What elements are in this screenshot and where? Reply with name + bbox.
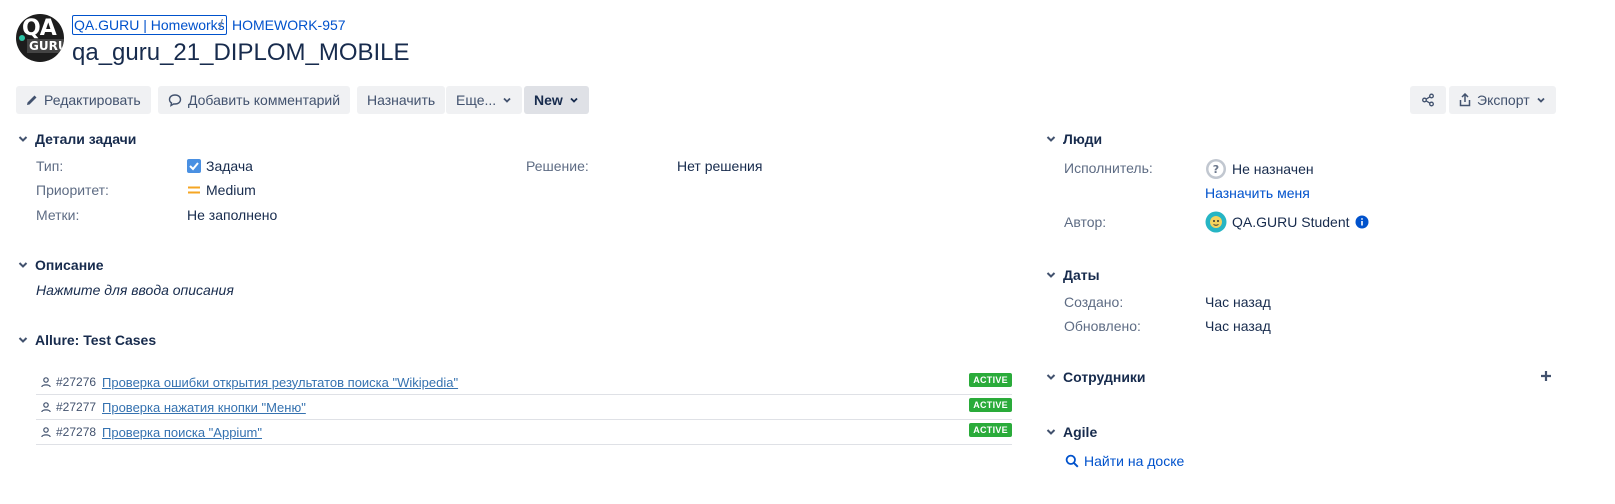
labels-label: Метки: <box>36 207 80 223</box>
resolution-value: Нет решения <box>677 158 763 174</box>
share-button[interactable] <box>1410 86 1446 114</box>
share-icon <box>1422 93 1434 107</box>
reporter-label: Автор: <box>1064 214 1107 230</box>
svg-text:?: ? <box>1213 163 1219 176</box>
more-actions-label: Еще... <box>456 92 497 108</box>
export-button-label: Экспорт <box>1477 92 1530 108</box>
status-transition-button[interactable]: New <box>524 86 589 114</box>
description-section-toggle[interactable]: Описание <box>17 257 104 273</box>
pencil-icon <box>27 95 37 105</box>
breadcrumb-separator: / <box>219 16 223 32</box>
table-row: #27278 Проверка поиска "Appium" ACTIVE <box>36 420 1012 445</box>
logo-dot <box>19 35 25 41</box>
table-row: #27276 Проверка ошибки открытия результа… <box>36 370 1012 395</box>
watchers-section-toggle[interactable]: Сотрудники <box>1045 369 1146 385</box>
search-icon <box>1065 454 1079 468</box>
priority-value: Medium <box>206 182 256 198</box>
assignee-value: Не назначен <box>1232 161 1314 177</box>
dates-section-title: Даты <box>1063 267 1100 283</box>
reporter-field[interactable]: QA.GURU Student <box>1205 211 1369 233</box>
status-badge: ACTIVE <box>969 423 1012 437</box>
assignee-field[interactable]: ? Не назначен <box>1205 158 1314 180</box>
breadcrumb-issue-key[interactable]: HOMEWORK-957 <box>232 16 346 34</box>
created-value: Час назад <box>1205 294 1271 310</box>
edit-button-label: Редактировать <box>44 92 141 108</box>
chevron-down-icon <box>1046 429 1056 435</box>
assign-to-me-link[interactable]: Назначить меня <box>1205 185 1310 201</box>
description-section-title: Описание <box>35 257 104 273</box>
logo-text: QA <box>22 16 57 41</box>
add-comment-button[interactable]: Добавить комментарий <box>158 86 351 114</box>
info-icon[interactable] <box>1355 215 1369 229</box>
chevron-down-icon <box>1046 272 1056 278</box>
chevron-down-icon <box>1536 97 1545 103</box>
chevron-down-icon <box>570 97 578 103</box>
add-icon[interactable] <box>1540 370 1552 382</box>
watchers-section-title: Сотрудники <box>1063 369 1146 385</box>
issue-type-value: Задача <box>206 158 253 174</box>
chevron-down-icon <box>18 337 28 343</box>
allure-section-title: Allure: Test Cases <box>35 332 157 348</box>
priority-medium-icon <box>188 186 200 194</box>
updated-value: Час назад <box>1205 318 1271 334</box>
assignee-label: Исполнитель: <box>1064 160 1153 176</box>
project-avatar[interactable]: QA GURU <box>16 14 64 62</box>
export-icon <box>1459 93 1471 107</box>
details-section-toggle[interactable]: Детали задачи <box>17 131 136 147</box>
test-case-id: #27276 <box>56 375 97 389</box>
assign-button[interactable]: Назначить <box>357 86 446 114</box>
details-section-title: Детали задачи <box>35 131 137 147</box>
edit-button[interactable]: Редактировать <box>16 86 151 114</box>
user-icon <box>41 427 51 438</box>
people-section-toggle[interactable]: Люди <box>1045 131 1102 147</box>
chevron-down-icon <box>18 262 28 268</box>
type-label: Тип: <box>36 158 64 174</box>
chevron-down-icon <box>18 136 28 142</box>
priority-field[interactable]: Medium <box>187 182 256 198</box>
find-on-board-label: Найти на доске <box>1084 453 1185 469</box>
test-case-link[interactable]: Проверка нажатия кнопки "Меню" <box>102 400 306 415</box>
user-icon <box>41 377 51 388</box>
chevron-down-icon <box>1046 136 1056 142</box>
test-case-id: #27277 <box>56 400 97 414</box>
allure-section-toggle[interactable]: Allure: Test Cases <box>17 332 156 348</box>
description-placeholder[interactable]: Нажмите для ввода описания <box>36 282 234 298</box>
dates-section-toggle[interactable]: Даты <box>1045 267 1100 283</box>
page-title[interactable]: qa_guru_21_DIPLOM_MOBILE <box>72 37 410 69</box>
status-label: New <box>534 92 563 108</box>
test-case-link[interactable]: Проверка поиска "Appium" <box>102 425 262 440</box>
user-icon <box>41 402 51 413</box>
resolution-label: Решение: <box>526 158 589 174</box>
export-button[interactable]: Экспорт <box>1449 86 1556 114</box>
test-case-id: #27278 <box>56 425 97 439</box>
add-comment-button-label: Добавить комментарий <box>188 92 341 108</box>
user-avatar <box>1205 211 1227 233</box>
logo-subtext: GURU <box>27 39 64 53</box>
test-case-link[interactable]: Проверка ошибки открытия результатов пои… <box>102 375 458 390</box>
issue-type-field[interactable]: Задача <box>187 158 253 174</box>
agile-section-title: Agile <box>1063 424 1098 440</box>
comment-icon <box>168 94 182 107</box>
unassigned-avatar-icon: ? <box>1206 159 1226 179</box>
assign-button-label: Назначить <box>367 92 436 108</box>
people-section-title: Люди <box>1063 131 1103 147</box>
chevron-down-icon <box>1046 374 1056 380</box>
more-actions-button[interactable]: Еще... <box>446 86 523 114</box>
table-row: #27277 Проверка нажатия кнопки "Меню" AC… <box>36 395 1012 420</box>
checkbox-task-icon <box>187 159 201 173</box>
agile-section-toggle[interactable]: Agile <box>1045 424 1097 440</box>
chevron-down-icon <box>503 97 511 103</box>
labels-value[interactable]: Не заполнено <box>187 207 277 223</box>
find-on-board-link[interactable]: Найти на доске <box>1065 453 1184 469</box>
status-badge: ACTIVE <box>969 398 1012 412</box>
updated-label: Обновлено: <box>1064 318 1141 334</box>
reporter-value: QA.GURU Student <box>1232 214 1350 230</box>
breadcrumb-project[interactable]: QA.GURU | Homeworks <box>72 15 227 35</box>
priority-label: Приоритет: <box>36 182 109 198</box>
status-badge: ACTIVE <box>969 373 1012 387</box>
created-label: Создано: <box>1064 294 1124 310</box>
